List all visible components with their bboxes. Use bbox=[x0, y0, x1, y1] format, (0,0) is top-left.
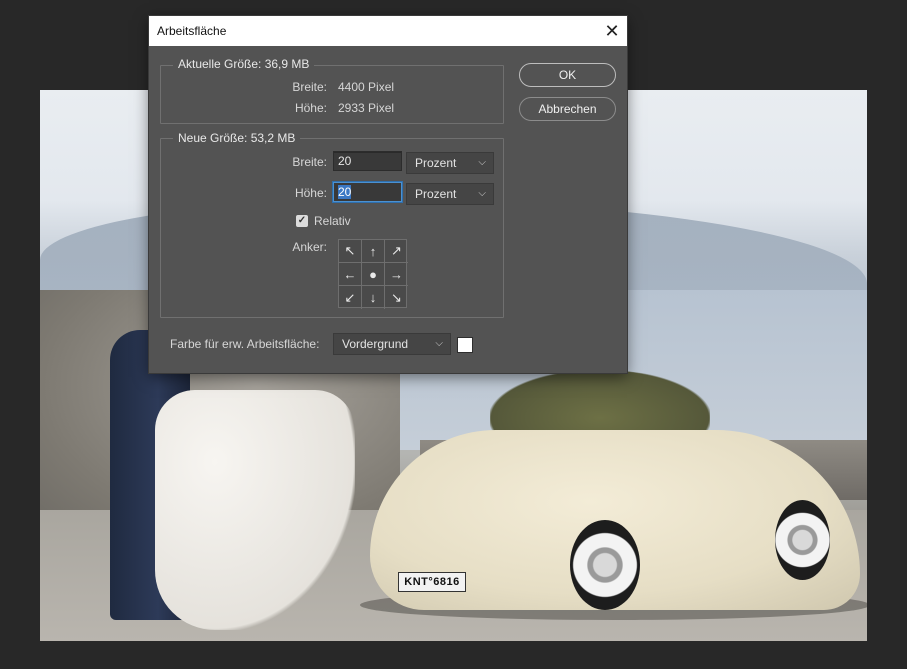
dialog-titlebar[interactable]: Arbeitsfläche ✕ bbox=[149, 16, 627, 46]
width-unit-value: Prozent bbox=[415, 156, 457, 170]
current-width-label: Breite: bbox=[292, 80, 327, 94]
new-size-legend: Neue Größe: 53,2 MB bbox=[173, 131, 301, 145]
anchor-bottom-right-arrow-icon[interactable]: ↘ bbox=[385, 286, 408, 309]
width-input[interactable]: 20 bbox=[333, 151, 402, 171]
height-unit-value: Prozent bbox=[415, 187, 457, 201]
current-size-legend: Aktuelle Größe: 36,9 MB bbox=[173, 57, 315, 71]
current-height-label: Höhe: bbox=[294, 101, 327, 115]
current-height-value: 2933 Pixel bbox=[338, 101, 395, 115]
cancel-button[interactable]: Abbrechen bbox=[519, 97, 616, 121]
extension-color-select[interactable]: Vordergrund ⌵ bbox=[333, 333, 451, 355]
anchor-top-right-arrow-icon[interactable]: ↗ bbox=[385, 240, 408, 263]
chevron-down-icon: ⌵ bbox=[478, 188, 486, 199]
anchor-center-dot-icon[interactable]: ● bbox=[362, 263, 385, 286]
anchor-top-arrow-icon[interactable]: ↑ bbox=[362, 240, 385, 263]
anchor-grid: ↖ ↑ ↗ ← ● → ↙ ↓ ↘ bbox=[338, 239, 408, 309]
relative-label[interactable]: Relativ bbox=[314, 214, 351, 228]
height-input-selected-text: 20 bbox=[338, 185, 352, 199]
anchor-bottom-arrow-icon[interactable]: ↓ bbox=[362, 286, 385, 309]
photo-license-plate: KNT°6816 bbox=[398, 572, 466, 592]
new-height-label: Höhe: bbox=[294, 186, 327, 200]
extension-color-label: Farbe für erw. Arbeitsfläche: bbox=[170, 337, 320, 351]
photo-car-wheel-rear bbox=[775, 500, 830, 580]
photo-bride bbox=[155, 390, 355, 630]
height-input[interactable]: 20 bbox=[333, 182, 402, 202]
ok-button[interactable]: OK bbox=[519, 63, 616, 87]
anchor-bottom-left-arrow-icon[interactable]: ↙ bbox=[339, 286, 362, 309]
width-unit-select[interactable]: Prozent ⌵ bbox=[406, 152, 494, 174]
chevron-down-icon: ⌵ bbox=[478, 157, 486, 168]
relative-checkbox[interactable]: ✓ bbox=[296, 215, 308, 227]
checkmark-icon: ✓ bbox=[297, 215, 307, 226]
new-width-label: Breite: bbox=[292, 155, 327, 169]
dialog-title: Arbeitsfläche bbox=[157, 24, 227, 38]
anchor-left-arrow-icon[interactable]: ← bbox=[339, 263, 362, 286]
height-unit-select[interactable]: Prozent ⌵ bbox=[406, 183, 494, 205]
anchor-right-arrow-icon[interactable]: → bbox=[385, 263, 408, 286]
close-icon[interactable]: ✕ bbox=[597, 16, 627, 46]
current-size-group bbox=[160, 65, 504, 124]
extension-color-swatch[interactable] bbox=[457, 337, 473, 353]
canvas-size-dialog: Arbeitsfläche ✕ Aktuelle Größe: 36,9 MB … bbox=[149, 16, 627, 373]
photo-car-wheel-front bbox=[570, 520, 640, 610]
extension-color-value: Vordergrund bbox=[342, 337, 409, 351]
current-width-value: 4400 Pixel bbox=[338, 80, 395, 94]
anchor-top-left-arrow-icon[interactable]: ↖ bbox=[339, 240, 362, 263]
anchor-label: Anker: bbox=[292, 240, 327, 254]
chevron-down-icon: ⌵ bbox=[435, 338, 443, 349]
